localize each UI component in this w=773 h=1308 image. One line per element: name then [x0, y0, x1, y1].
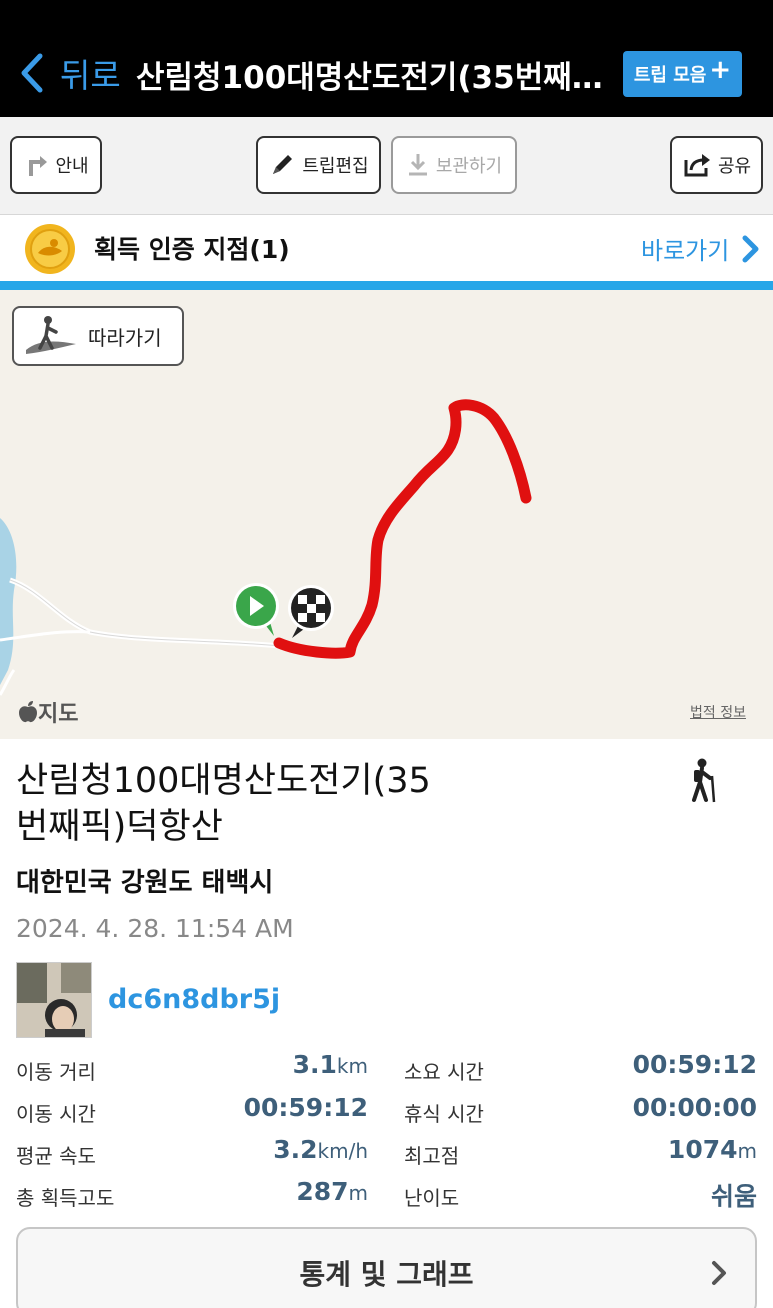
share-button[interactable]: 공유 [670, 136, 763, 194]
download-icon [408, 154, 427, 176]
go-to-link[interactable]: 바로가기 [641, 231, 761, 266]
chevron-right-icon [712, 1261, 726, 1285]
map-logo-label: 지도 [38, 702, 79, 727]
moving-time-value: 00:59:12 [243, 1093, 368, 1122]
max-altitude-label: 최고점 [404, 1144, 460, 1168]
start-marker[interactable] [233, 583, 279, 636]
go-to-label: 바로가기 [641, 237, 730, 265]
username-link[interactable]: dc6n8dbr5j [108, 984, 280, 1015]
follow-hiker-icon [26, 316, 76, 354]
pencil-icon [273, 155, 293, 174]
trip-datetime: 2024. 4. 28. 11:54 AM [16, 914, 294, 943]
share-icon [684, 154, 710, 177]
page-title: 산림청100대명산도전기(35번째… [136, 60, 603, 96]
total-time-value: 00:59:12 [632, 1050, 757, 1079]
back-button[interactable]: 뒤로 [16, 50, 121, 96]
trip-title-line1: 산림청100대명산도전기(35 [16, 761, 431, 801]
top-nav-bar: 뒤로 산림청100대명산도전기(35번째… 트립 모음 + [0, 0, 773, 117]
guide-label: 안내 [55, 156, 89, 177]
guide-button[interactable]: 안내 [10, 136, 102, 194]
rest-time-label: 휴식 시간 [404, 1102, 484, 1126]
stats-graph-button[interactable]: 통계 및 그래프 [16, 1227, 757, 1308]
trip-collection-label: 트립 모음 [633, 65, 707, 86]
legal-info-link[interactable]: 법적 정보 [690, 702, 746, 722]
total-ascent-value: 287m [296, 1177, 368, 1206]
chevron-right-icon [742, 235, 759, 262]
plus-icon: + [709, 55, 732, 85]
certified-points-bar[interactable]: 획득 인증 지점(1) 바로가기 [0, 215, 773, 281]
distance-label: 이동 거리 [16, 1060, 96, 1084]
stats-graph-label: 통계 및 그래프 [299, 1258, 474, 1291]
trip-title-line2: 번째픽)덕항산 [16, 807, 223, 847]
certification-medal-icon [25, 224, 75, 274]
apple-logo-icon [19, 701, 37, 723]
trip-title: 산림청100대명산도전기(35 번째픽)덕항산 [16, 758, 466, 850]
avg-speed-value: 3.2km/h [273, 1135, 368, 1164]
trip-location: 대한민국 강원도 태백시 [16, 868, 274, 898]
avatar[interactable] [16, 962, 92, 1038]
trip-edit-label: 트립편집 [302, 156, 369, 177]
map-attribution: 지도 [18, 696, 78, 728]
distance-value: 3.1km [292, 1050, 368, 1079]
back-label: 뒤로 [60, 56, 121, 95]
trip-edit-button[interactable]: 트립편집 [256, 136, 381, 194]
follow-route-button[interactable]: 따라가기 [12, 306, 184, 366]
total-time-label: 소요 시간 [404, 1060, 484, 1084]
rest-time-value: 00:00:00 [632, 1093, 757, 1122]
action-toolbar: 안내 트립편집 보관하기 공유 [0, 117, 773, 215]
certified-points-title: 획득 인증 지점(1) [94, 235, 290, 264]
chevron-left-icon [21, 53, 43, 93]
total-ascent-label: 총 획득고도 [16, 1186, 115, 1210]
avg-speed-label: 평균 속도 [16, 1144, 96, 1168]
difficulty-value: 쉬움 [710, 1182, 757, 1211]
difficulty-label: 난이도 [404, 1186, 460, 1210]
section-divider [0, 281, 773, 290]
share-label: 공유 [717, 156, 752, 177]
save-archive-button[interactable]: 보관하기 [391, 136, 517, 194]
user-photo [17, 963, 91, 1037]
hiking-icon [692, 758, 716, 803]
route-map[interactable]: 따라가기 지도 법적 정보 [0, 290, 773, 739]
follow-label: 따라가기 [88, 325, 162, 350]
save-archive-label: 보관하기 [435, 156, 503, 177]
finish-marker[interactable] [288, 585, 334, 638]
turn-arrow-icon [29, 156, 48, 176]
moving-time-label: 이동 시간 [16, 1102, 96, 1126]
max-altitude-value: 1074m [667, 1135, 757, 1164]
trip-collection-button[interactable]: 트립 모음 + [623, 51, 742, 97]
